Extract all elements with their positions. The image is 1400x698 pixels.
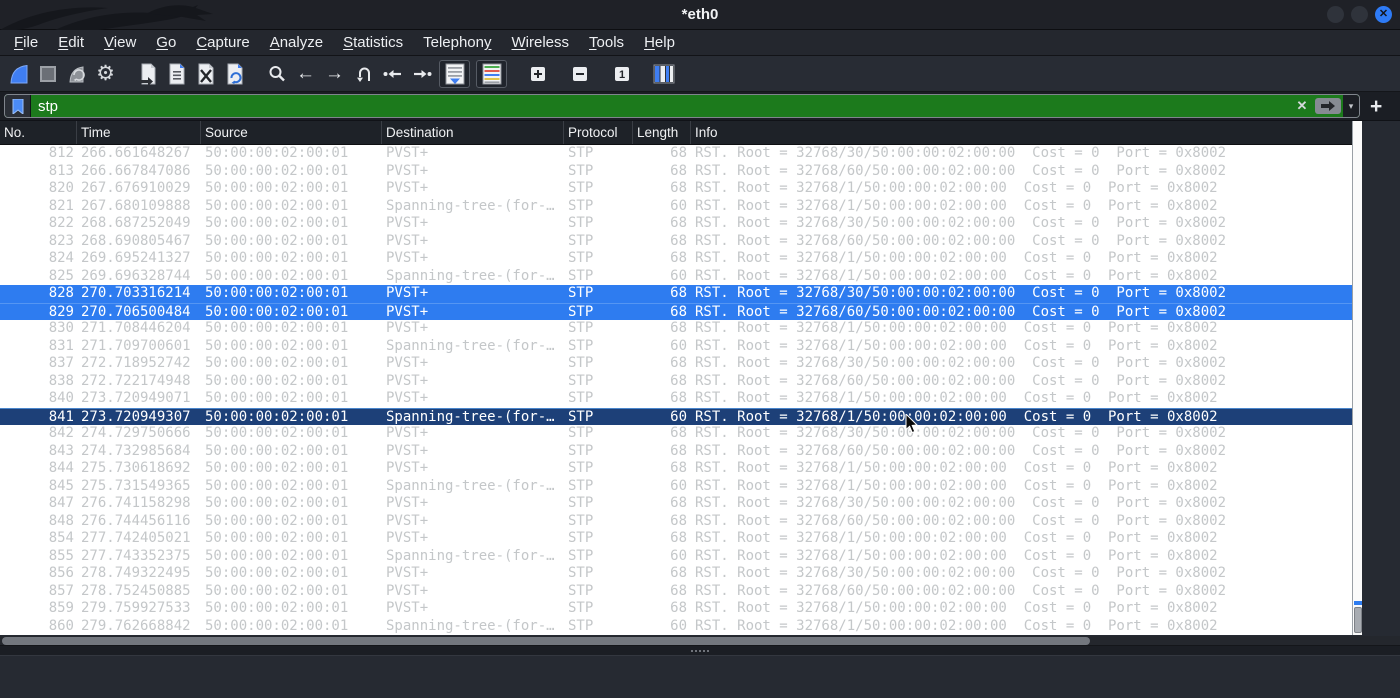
packet-row-843[interactable]: 843 274.732985684 50:00:00:02:00:01 PVST+ ST…: [0, 443, 1352, 461]
main-toolbar: ⚙ ← → 1: [0, 56, 1400, 92]
packet-list-header: No. Time Source Destination Protocol Len…: [0, 121, 1352, 145]
colorize-icon[interactable]: [476, 59, 507, 88]
packet-row-838[interactable]: 838 272.722174948 50:00:00:02:00:01 PVST+ ST…: [0, 373, 1352, 391]
save-file-icon[interactable]: [163, 60, 190, 88]
packet-row-813[interactable]: 813 266.667847086 50:00:00:02:00:01 PVST+ ST…: [0, 163, 1352, 181]
packet-row-824[interactable]: 824 269.695241327 50:00:00:02:00:01 PVST+ ST…: [0, 250, 1352, 268]
packet-detail-pane: [0, 655, 1400, 698]
packet-list: No. Time Source Destination Protocol Len…: [0, 121, 1400, 636]
column-header-info[interactable]: Info: [691, 121, 1352, 144]
splitter-handle-dots: [691, 649, 693, 652]
go-to-packet-icon[interactable]: [350, 60, 377, 88]
menu-bar: File Edit View Go Capture Analyze Statistics Te…: [0, 30, 1400, 56]
pane-splitter[interactable]: [0, 646, 1400, 655]
filter-input[interactable]: stp: [31, 95, 1291, 117]
column-header-time[interactable]: Time: [77, 121, 201, 144]
find-packet-icon[interactable]: [263, 60, 290, 88]
menu-capture[interactable]: Capture: [186, 32, 259, 53]
menu-file[interactable]: File: [4, 32, 48, 53]
packet-row-828[interactable]: 828 270.703316214 50:00:00:02:00:01 PVST+ ST…: [0, 285, 1352, 303]
open-file-icon[interactable]: [134, 60, 161, 88]
packet-row-840[interactable]: 840 273.720949071 50:00:00:02:00:01 PVST+ ST…: [0, 390, 1352, 408]
display-filter: stp ✕ ▾: [4, 94, 1360, 118]
filter-apply-icon[interactable]: [1315, 98, 1341, 114]
reload-file-icon[interactable]: [221, 60, 248, 88]
packet-row-820[interactable]: 820 267.676910029 50:00:00:02:00:01 PVST+ ST…: [0, 180, 1352, 198]
filter-add-button[interactable]: +: [1370, 96, 1382, 117]
packet-row-829[interactable]: 829 270.706500484 50:00:00:02:00:01 PVST+ ST…: [0, 302, 1352, 320]
packet-row-825[interactable]: 825 269.696328744 50:00:00:02:00:01 Spannin…: [0, 268, 1352, 286]
filter-bookmark-icon[interactable]: [5, 95, 31, 117]
zoom-in-icon[interactable]: [524, 60, 551, 88]
kali-dragon-logo: [0, 5, 213, 30]
packet-row-812[interactable]: 812 266.661648267 50:00:00:02:00:01 PVST+ ST…: [0, 145, 1352, 163]
close-file-icon[interactable]: [192, 60, 219, 88]
window-title: *eth0: [681, 6, 719, 23]
menu-go[interactable]: Go: [146, 32, 186, 53]
resize-columns-icon[interactable]: [650, 60, 677, 88]
packet-row-837[interactable]: 837 272.718952742 50:00:00:02:00:01 PVST+ ST…: [0, 355, 1352, 373]
menu-view[interactable]: View: [94, 32, 146, 53]
packet-row-842[interactable]: 842 274.729750666 50:00:00:02:00:01 PVST+ ST…: [0, 425, 1352, 443]
scrollbar-capture-marker: [1354, 601, 1362, 605]
packet-row-848[interactable]: 848 276.744456116 50:00:00:02:00:01 PVST+ ST…: [0, 513, 1352, 531]
horizontal-scrollbar[interactable]: [0, 636, 1400, 646]
packet-row-854[interactable]: 854 277.742405021 50:00:00:02:00:01 PVST+ ST…: [0, 530, 1352, 548]
menu-help[interactable]: Help: [634, 32, 685, 53]
filter-clear-icon[interactable]: ✕: [1291, 95, 1313, 117]
packet-row-855[interactable]: 855 277.743352375 50:00:00:02:00:01 Spannin…: [0, 548, 1352, 566]
normal-size-icon[interactable]: 1: [608, 60, 635, 88]
start-capture-icon[interactable]: [5, 60, 32, 88]
column-header-protocol[interactable]: Protocol: [564, 121, 633, 144]
maximize-button[interactable]: [1351, 6, 1368, 23]
column-header-destination[interactable]: Destination: [382, 121, 564, 144]
packet-row-857[interactable]: 857 278.752450885 50:00:00:02:00:01 PVST+ ST…: [0, 583, 1352, 601]
go-back-icon[interactable]: ←: [292, 60, 319, 88]
packet-row-856[interactable]: 856 278.749322495 50:00:00:02:00:01 PVST+ ST…: [0, 565, 1352, 583]
menu-wireless[interactable]: Wireless: [502, 32, 580, 53]
column-header-source[interactable]: Source: [201, 121, 382, 144]
zoom-out-icon[interactable]: [566, 60, 593, 88]
horizontal-scrollbar-thumb[interactable]: [2, 637, 1090, 645]
menu-tools[interactable]: Tools: [579, 32, 634, 53]
restart-capture-icon[interactable]: [63, 60, 90, 88]
packet-row-860[interactable]: 860 279.762668842 50:00:00:02:00:01 Spannin…: [0, 618, 1352, 636]
title-bar[interactable]: *eth0 ✕: [0, 0, 1400, 30]
packet-row-845[interactable]: 845 275.731549365 50:00:00:02:00:01 Spannin…: [0, 478, 1352, 496]
packet-row-847[interactable]: 847 276.741158298 50:00:00:02:00:01 PVST+ ST…: [0, 495, 1352, 513]
minimize-button[interactable]: [1327, 6, 1344, 23]
packet-row-821[interactable]: 821 267.680109888 50:00:00:02:00:01 Spannin…: [0, 198, 1352, 216]
filter-bar: stp ✕ ▾ +: [0, 92, 1400, 121]
filter-value: stp: [38, 97, 59, 115]
wireshark-window: *eth0 ✕ File Edit View Go Capture Analyze Stat…: [0, 0, 1400, 698]
packet-row-844[interactable]: 844 275.730618692 50:00:00:02:00:01 PVST+ ST…: [0, 460, 1352, 478]
vertical-scrollbar-thumb[interactable]: [1354, 607, 1362, 633]
packet-row-823[interactable]: 823 268.690805467 50:00:00:02:00:01 PVST+ ST…: [0, 233, 1352, 251]
packet-list-body: 812 266.661648267 50:00:00:02:00:01 PVST+ ST…: [0, 145, 1352, 635]
menu-statistics[interactable]: Statistics: [333, 32, 413, 53]
close-button[interactable]: ✕: [1375, 6, 1392, 23]
svg-text:1: 1: [618, 69, 624, 81]
filter-dropdown-caret-icon[interactable]: ▾: [1343, 95, 1359, 117]
packet-row-859[interactable]: 859 279.759927533 50:00:00:02:00:01 PVST+ ST…: [0, 600, 1352, 618]
capture-options-icon[interactable]: ⚙: [92, 60, 119, 88]
menu-telephony[interactable]: Telephony: [413, 32, 501, 53]
packet-row-831[interactable]: 831 271.709700601 50:00:00:02:00:01 Spannin…: [0, 338, 1352, 356]
auto-scroll-icon[interactable]: [439, 59, 470, 88]
column-header-length[interactable]: Length: [633, 121, 691, 144]
menu-analyze[interactable]: Analyze: [260, 32, 333, 53]
go-first-packet-icon[interactable]: [379, 60, 406, 88]
stop-capture-icon[interactable]: [34, 60, 61, 88]
column-header-no[interactable]: No.: [0, 121, 77, 144]
go-last-packet-icon[interactable]: [408, 60, 435, 88]
vertical-scrollbar[interactable]: [1352, 121, 1362, 635]
menu-edit[interactable]: Edit: [48, 32, 94, 53]
packet-row-822[interactable]: 822 268.687252049 50:00:00:02:00:01 PVST+ ST…: [0, 215, 1352, 233]
packet-row-841[interactable]: 841 273.720949307 50:00:00:02:00:01 Spannin…: [0, 407, 1352, 425]
packet-row-830[interactable]: 830 271.708446204 50:00:00:02:00:01 PVST+ ST…: [0, 320, 1352, 338]
go-forward-icon[interactable]: →: [321, 60, 348, 88]
